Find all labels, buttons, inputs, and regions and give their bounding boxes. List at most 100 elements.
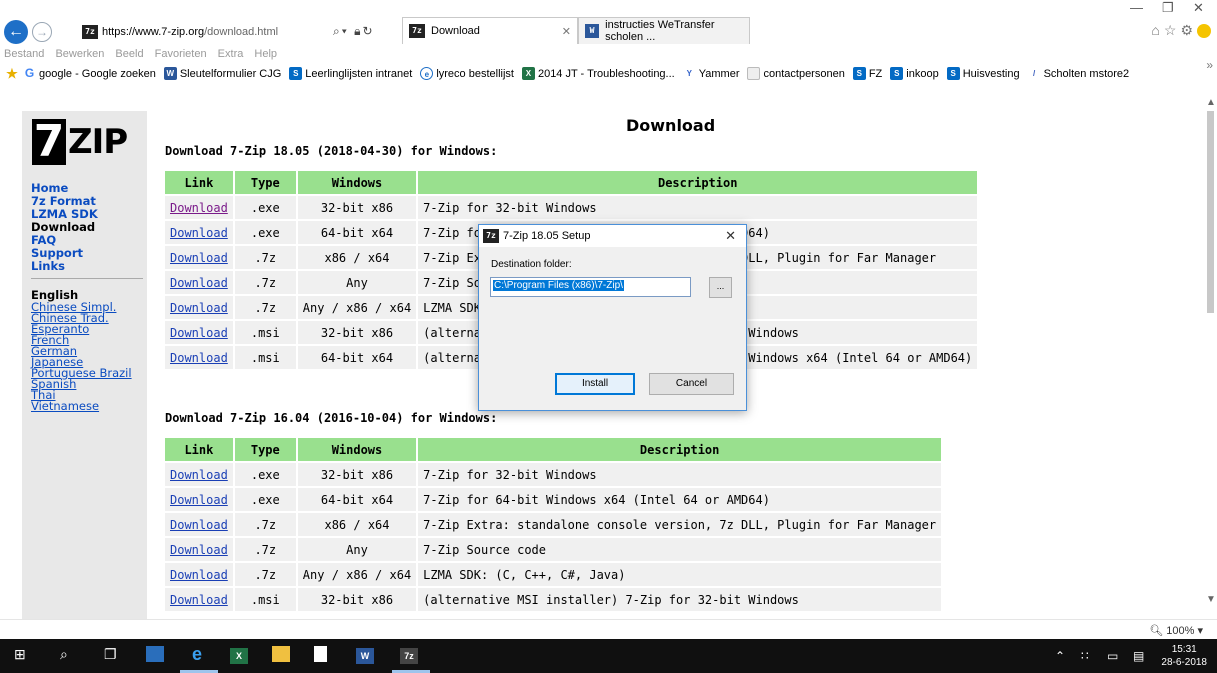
download-link[interactable]: Download bbox=[170, 468, 228, 482]
table-row: Download .msi32-bit x86(alternative MSI i… bbox=[165, 588, 944, 613]
forward-button[interactable]: → bbox=[32, 22, 52, 42]
favorite-sleutelformulier[interactable]: W Sleutelformulier CJG bbox=[163, 67, 281, 80]
cell-link: Download bbox=[165, 563, 235, 588]
cell-link: Download bbox=[165, 246, 235, 271]
back-button[interactable]: ← bbox=[4, 20, 28, 44]
wifi-icon[interactable]: ∷ bbox=[1081, 649, 1089, 663]
favorite-label: Leerlinglijsten intranet bbox=[305, 67, 413, 80]
dialog-close-icon[interactable]: ✕ bbox=[725, 228, 736, 244]
install-button[interactable]: Install bbox=[555, 373, 635, 395]
download-link[interactable]: Download bbox=[170, 251, 228, 265]
close-tab-icon[interactable]: ✕ bbox=[562, 25, 571, 38]
download-link[interactable]: Download bbox=[170, 201, 228, 215]
refresh-icon[interactable]: ↻ bbox=[363, 24, 375, 38]
favorites-star-icon[interactable]: ☆ bbox=[1164, 22, 1181, 38]
download-link[interactable]: Download bbox=[170, 518, 228, 532]
menu-beeld[interactable]: Beeld bbox=[115, 48, 143, 60]
download-link[interactable]: Download bbox=[170, 301, 228, 315]
cell-type: .exe bbox=[234, 196, 298, 221]
excel-icon: X bbox=[521, 67, 535, 80]
page-title: Download bbox=[626, 116, 716, 135]
cell-windows: Any bbox=[297, 538, 419, 563]
internet-explorer-icon[interactable]: e bbox=[188, 645, 206, 666]
restore-icon[interactable]: ❐ bbox=[1162, 0, 1174, 16]
favorite-contactpersonen[interactable]: contactpersonen bbox=[747, 67, 845, 80]
vertical-scrollbar[interactable]: ▲ ▼ bbox=[1204, 91, 1217, 619]
tab-wetransfer[interactable]: W instructies WeTransfer scholen ... bbox=[578, 17, 750, 44]
cell-description: 7-Zip Source code bbox=[418, 538, 944, 563]
dialog-titlebar[interactable]: 7z 7-Zip 18.05 Setup ✕ bbox=[479, 225, 746, 247]
download-link[interactable]: Download bbox=[170, 493, 228, 507]
address-bar[interactable]: 7z https://www.7-zip.org/download.html bbox=[54, 21, 340, 43]
favorite-scholten[interactable]: / Scholten mstore2 bbox=[1028, 67, 1129, 80]
cancel-button[interactable]: Cancel bbox=[649, 373, 734, 395]
download-link[interactable]: Download bbox=[170, 276, 228, 290]
download-link[interactable]: Download bbox=[170, 568, 228, 582]
site-nav: Home 7z Format LZMA SDK Download FAQ Sup… bbox=[31, 182, 143, 412]
cell-link: Download bbox=[165, 321, 235, 346]
sharepoint-icon: S bbox=[289, 67, 303, 80]
excel-icon[interactable]: X bbox=[230, 646, 248, 666]
close-window-icon[interactable]: ✕ bbox=[1193, 0, 1204, 16]
favorite-huisvesting[interactable]: S Huisvesting bbox=[946, 67, 1020, 80]
favorite-lyreco[interactable]: e lyreco bestellijst bbox=[420, 67, 514, 80]
favorite-troubleshooting[interactable]: X 2014 JT - Troubleshooting... bbox=[521, 67, 675, 80]
menu-bestand[interactable]: Bestand bbox=[4, 48, 44, 60]
minimize-icon[interactable]: — bbox=[1130, 0, 1143, 15]
download-link[interactable]: Download bbox=[170, 593, 228, 607]
scroll-up-icon[interactable]: ▲ bbox=[1206, 97, 1216, 108]
add-favorite-star-icon[interactable]: ★ bbox=[4, 67, 20, 80]
menu-bewerken[interactable]: Bewerken bbox=[55, 48, 104, 60]
bird-app-icon[interactable] bbox=[146, 646, 164, 666]
favorite-leerlinglijsten[interactable]: S Leerlinglijsten intranet bbox=[289, 67, 412, 80]
lock-icon[interactable]: 🔒︎ bbox=[354, 24, 362, 38]
home-icon[interactable]: ⌂ bbox=[1151, 22, 1163, 38]
table-row: Download .7zAny / x86 / x64LZMA SDK: (C, … bbox=[165, 563, 944, 588]
cell-link: Download bbox=[165, 221, 235, 246]
menu-help[interactable]: Help bbox=[254, 48, 277, 60]
feedback-smiley-icon[interactable] bbox=[1197, 24, 1211, 39]
cell-type: .7z bbox=[234, 563, 298, 588]
favorite-google[interactable]: Ggoogle - Google zoeken bbox=[23, 67, 156, 80]
download-link[interactable]: Download bbox=[170, 226, 228, 240]
7zip-taskbar-icon[interactable]: 7z bbox=[400, 646, 418, 666]
destination-folder-input[interactable]: C:\Program Files (x86)\7-Zip\ bbox=[490, 277, 691, 297]
settings-gear-icon[interactable]: ⚙ bbox=[1180, 22, 1197, 38]
word-icon[interactable]: W bbox=[356, 646, 374, 666]
lang-vietnamese[interactable]: Vietnamese bbox=[31, 400, 143, 412]
task-view-icon[interactable]: ❐ bbox=[104, 646, 117, 666]
dropdown-icon[interactable]: ▾ bbox=[342, 24, 349, 38]
word-icon: W bbox=[163, 67, 177, 80]
tab-title: Download bbox=[431, 25, 480, 37]
favorite-inkoop[interactable]: Sinkoop bbox=[890, 67, 939, 80]
notifications-icon[interactable]: ▤ bbox=[1133, 649, 1144, 663]
cell-description: LZMA SDK: (C, C++, C#, Java) bbox=[418, 563, 944, 588]
browse-button[interactable]: ... bbox=[709, 277, 732, 298]
zoom-control[interactable]: 🔍︎ 100% ▾ bbox=[1149, 624, 1203, 637]
file-explorer-icon[interactable] bbox=[272, 646, 290, 666]
tab-download[interactable]: 7z Download ✕ bbox=[402, 17, 578, 44]
nav-links[interactable]: Links bbox=[31, 260, 143, 273]
cell-type: .7z bbox=[234, 513, 298, 538]
favorite-yammer[interactable]: Y Yammer bbox=[683, 67, 740, 80]
download-link[interactable]: Download bbox=[170, 326, 228, 340]
battery-icon[interactable]: ▭ bbox=[1107, 649, 1118, 663]
document-icon[interactable] bbox=[314, 646, 327, 666]
start-windows-icon[interactable]: ⊞ bbox=[14, 646, 26, 666]
download-link[interactable]: Download bbox=[170, 351, 228, 365]
favorites-overflow-icon[interactable]: » bbox=[1206, 58, 1213, 72]
search-icon[interactable]: ⌕ bbox=[333, 24, 342, 38]
scroll-thumb[interactable] bbox=[1207, 111, 1214, 313]
menu-favorieten[interactable]: Favorieten bbox=[155, 48, 207, 60]
clock[interactable]: 15:31 28-6-2018 bbox=[1161, 643, 1207, 669]
download-table-16-04: Link Type Windows Description Download .e… bbox=[165, 438, 944, 613]
cell-type: .7z bbox=[234, 538, 298, 563]
tray-overflow-icon[interactable]: ⌃ bbox=[1055, 649, 1065, 663]
word-favicon-icon: W bbox=[585, 24, 600, 38]
menu-extra[interactable]: Extra bbox=[218, 48, 244, 60]
favorite-fz[interactable]: S FZ bbox=[852, 67, 882, 80]
scroll-down-icon[interactable]: ▼ bbox=[1206, 594, 1216, 605]
nav-divider bbox=[31, 278, 143, 279]
search-icon[interactable]: ⌕ bbox=[60, 646, 68, 666]
download-link[interactable]: Download bbox=[170, 543, 228, 557]
